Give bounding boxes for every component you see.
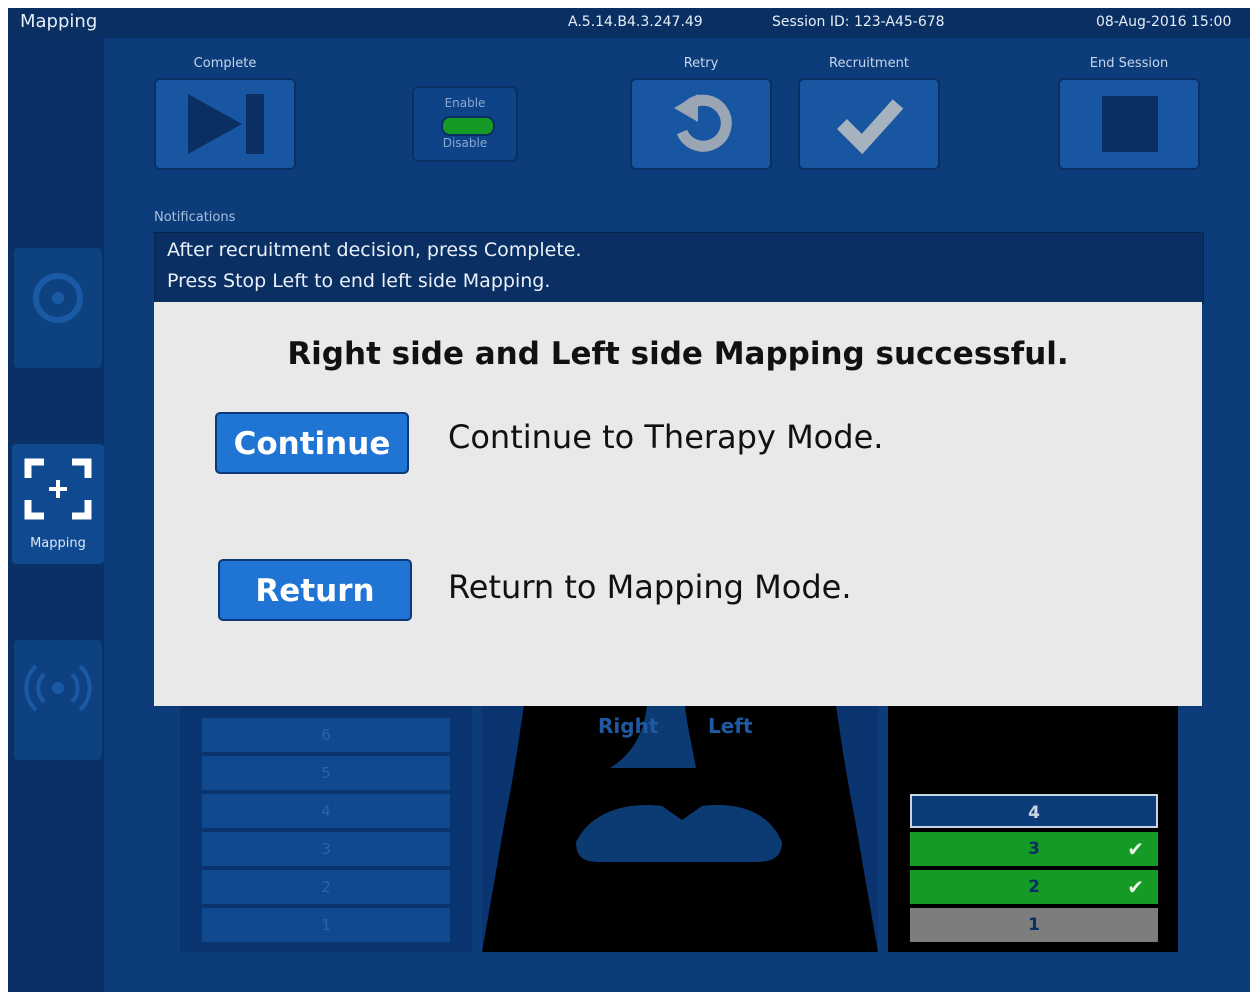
left-side-label: Left — [708, 714, 753, 738]
toggle-switch[interactable] — [441, 116, 495, 136]
return-description: Return to Mapping Mode. — [448, 568, 852, 606]
continue-description: Continue to Therapy Mode. — [448, 418, 884, 456]
settings-icon — [33, 273, 83, 323]
mapping-row: 5 — [202, 756, 450, 790]
mapping-row: 6 — [202, 718, 450, 752]
retry-button[interactable] — [630, 78, 772, 170]
check-icon: ✔ — [1127, 875, 1144, 899]
continue-button[interactable]: Continue — [215, 412, 409, 474]
level-row: 4 — [910, 794, 1158, 828]
level-number: 2 — [1028, 877, 1040, 897]
mapping-icon — [24, 458, 92, 520]
body-diagram-panel: Right Left — [482, 694, 878, 952]
right-side-label: Right — [598, 714, 659, 738]
recruitment-button[interactable] — [798, 78, 940, 170]
sidebar: Mapping — [8, 38, 104, 992]
retry-label: Retry — [683, 56, 719, 71]
skip-next-icon — [188, 94, 264, 154]
mapping-row: 1 — [202, 908, 450, 942]
enable-label: Enable — [444, 96, 486, 110]
notifications-label: Notifications — [154, 210, 236, 225]
retry-icon — [674, 94, 732, 152]
mapping-row: 2 — [202, 870, 450, 904]
complete-label: Complete — [193, 56, 257, 71]
level-number: 1 — [1028, 915, 1040, 935]
dialog-title: Right side and Left side Mapping success… — [287, 336, 1069, 372]
screen-title: Mapping — [20, 11, 98, 32]
mapping-success-dialog: Right side and Left side Mapping success… — [154, 302, 1202, 706]
notification-line: Press Stop Left to end left side Mapping… — [167, 270, 551, 292]
signal-icon — [24, 664, 92, 712]
level-row: 3 ✔ — [910, 832, 1158, 866]
level-number: 3 — [1028, 839, 1040, 859]
sidebar-item-settings[interactable] — [14, 248, 102, 368]
level-row: 1 — [910, 908, 1158, 942]
end-session-button[interactable] — [1058, 78, 1200, 170]
return-button[interactable]: Return — [218, 559, 412, 621]
mapping-rows-panel: 6 5 4 3 2 1 — [180, 694, 472, 952]
top-bar: Mapping A.5.14.B4.3.247.49 Session ID: 1… — [8, 8, 1250, 38]
enable-disable-toggle[interactable]: Enable Disable — [412, 86, 518, 162]
date-time: 08-Aug-2016 15:00 — [1096, 14, 1232, 30]
version-text: A.5.14.B4.3.247.49 — [568, 14, 703, 30]
end-session-label: End Session — [1089, 56, 1169, 71]
level-status-panel: 4 3 ✔ 2 ✔ 1 — [888, 694, 1178, 952]
checkmark-icon — [837, 99, 904, 155]
sidebar-mapping-label: Mapping — [30, 536, 86, 551]
recruitment-label: Recruitment — [829, 56, 909, 71]
level-number: 4 — [1028, 803, 1040, 823]
mapping-row: 3 — [202, 832, 450, 866]
check-icon: ✔ — [1127, 837, 1144, 861]
sidebar-item-therapy[interactable] — [14, 640, 102, 760]
sidebar-item-mapping[interactable]: Mapping — [12, 444, 104, 564]
stop-icon — [1102, 96, 1158, 152]
mapping-row: 4 — [202, 794, 450, 828]
level-row: 2 ✔ — [910, 870, 1158, 904]
notifications-box: After recruitment decision, press Comple… — [154, 232, 1204, 304]
torso-silhouette — [482, 694, 878, 952]
complete-button[interactable] — [154, 78, 296, 170]
notification-line: After recruitment decision, press Comple… — [167, 239, 582, 261]
session-id: Session ID: 123-A45-678 — [772, 14, 945, 30]
disable-label: Disable — [442, 136, 488, 150]
